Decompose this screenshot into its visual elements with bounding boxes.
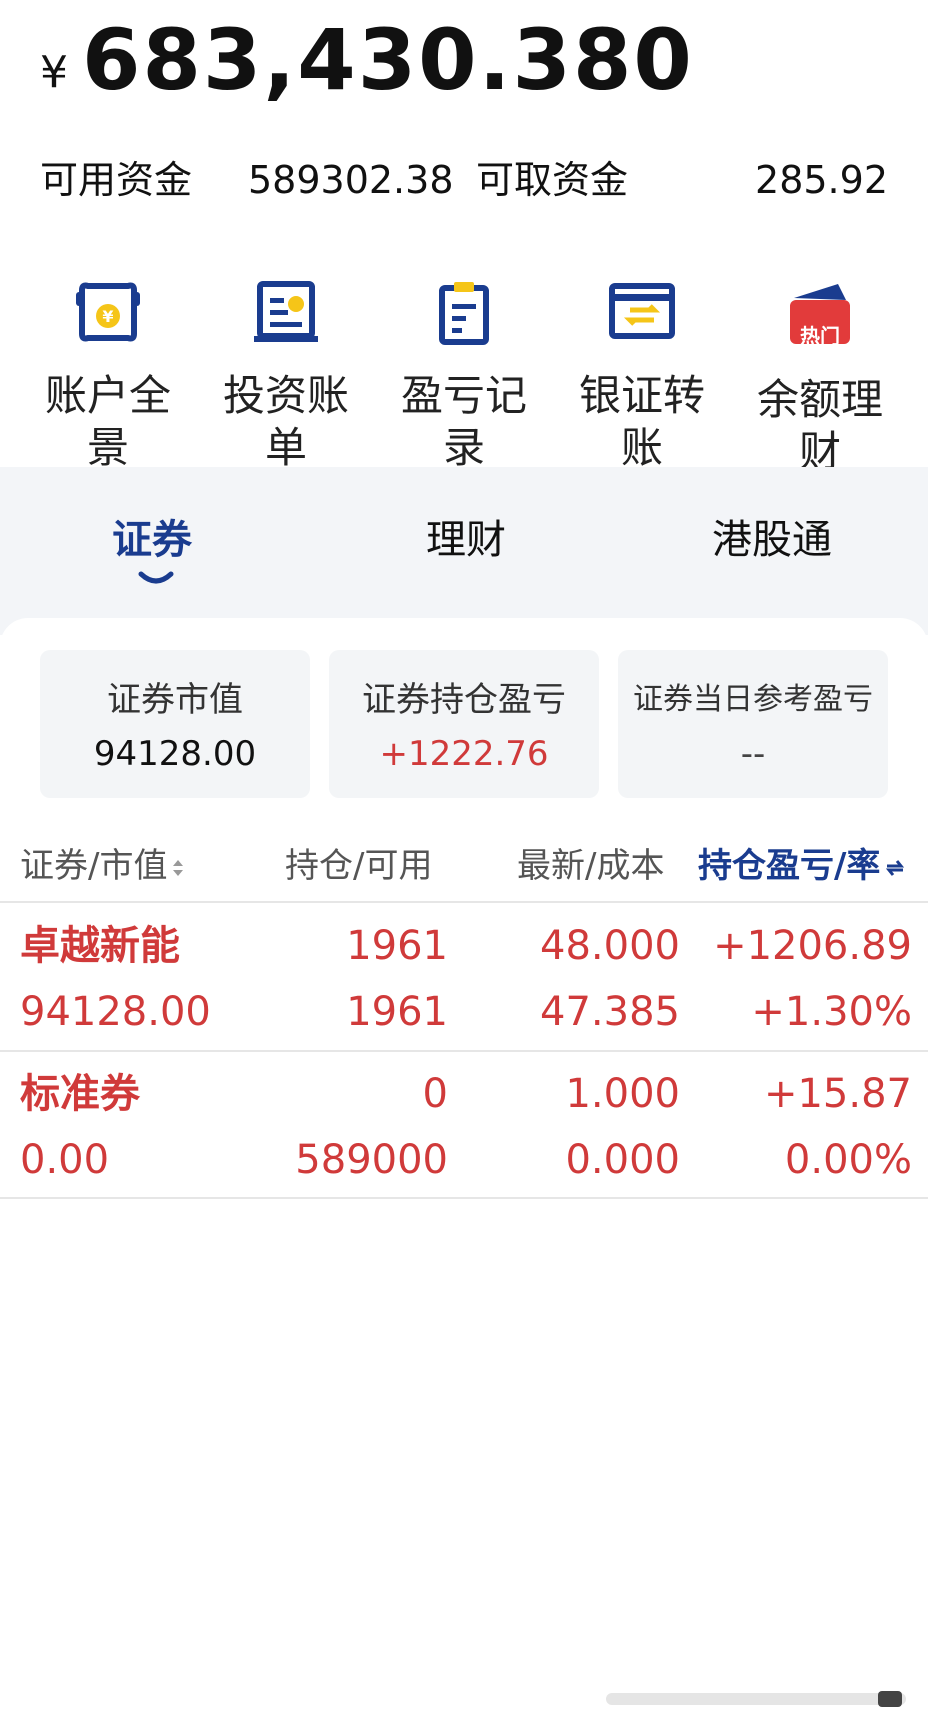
stat-value: +1222.76 xyxy=(379,734,549,774)
available-funds-value: 589302.38 xyxy=(248,158,454,202)
column-header-pnl[interactable]: 持仓盈亏/率 xyxy=(698,838,906,894)
withdrawable-funds-label: 可取资金 xyxy=(476,158,629,202)
available: 589000 xyxy=(295,1137,448,1183)
quick-action-label: 账户全景 xyxy=(44,371,171,467)
quick-action-pnl-record[interactable]: 盈亏记录 xyxy=(374,272,554,467)
stat-market-value: 证券市值 94128.00 xyxy=(40,650,310,798)
quick-action-balance-finance[interactable]: 热门 余额理财 xyxy=(730,272,910,467)
quick-action-label: 银证转账 xyxy=(578,371,705,467)
stat-value: -- xyxy=(740,734,766,774)
position: 0 xyxy=(422,1071,448,1117)
market-value: 94128.00 xyxy=(20,989,211,1035)
available: 1961 xyxy=(346,989,448,1035)
column-header-position[interactable]: 持仓/可用 xyxy=(285,838,432,894)
market-value: 0.00 xyxy=(20,1137,110,1183)
position-pnl: +1206.89 xyxy=(713,923,912,969)
stat-daily-pnl: 证券当日参考盈亏 -- xyxy=(618,650,888,798)
column-header-security[interactable]: 证券/市值 xyxy=(20,838,185,894)
security-name: 卓越新能 xyxy=(20,923,180,969)
stat-value: 94128.00 xyxy=(93,734,257,774)
latest-price: 48.000 xyxy=(540,923,680,969)
cost-price: 47.385 xyxy=(540,989,680,1035)
pnl-record-icon xyxy=(439,282,489,345)
hot-badge: 热门 xyxy=(800,324,840,348)
divider xyxy=(0,1197,928,1199)
bank-transfer-icon xyxy=(609,283,675,339)
sort-icon xyxy=(173,859,184,876)
stat-label: 证券持仓盈亏 xyxy=(362,680,566,720)
total-assets-value: 683,430.380 xyxy=(82,11,694,109)
quick-action-account-overview[interactable]: ¥ 账户全景 xyxy=(18,272,198,467)
stat-position-pnl: 证券持仓盈亏 +1222.76 xyxy=(329,650,599,798)
stat-label: 证券当日参考盈亏 xyxy=(633,682,873,717)
withdrawable-funds-value: 285.92 xyxy=(755,158,888,202)
quick-action-bank-transfer[interactable]: 银证转账 xyxy=(552,272,732,467)
stat-label: 证券市值 xyxy=(107,680,243,720)
latest-price: 1.000 xyxy=(565,1071,680,1117)
position-pnl: +15.87 xyxy=(763,1071,912,1117)
pnl-rate: +1.30% xyxy=(751,989,912,1035)
sort-arrow-icon xyxy=(886,859,905,876)
quick-action-label: 投资账单 xyxy=(222,371,349,467)
column-header-price[interactable]: 最新/成本 xyxy=(517,838,664,894)
tab-hk-connect[interactable]: 港股通 xyxy=(712,510,832,570)
total-assets: ¥ 683,430.380 xyxy=(40,10,694,110)
svg-text:¥: ¥ xyxy=(102,307,113,326)
quick-action-invest-bill[interactable]: 投资账单 xyxy=(196,272,376,467)
invest-bill-icon xyxy=(254,281,318,342)
tab-active-indicator xyxy=(138,571,174,584)
tab-securities[interactable]: 证券 xyxy=(112,510,192,570)
home-indicator xyxy=(606,1691,906,1707)
cost-price: 0.000 xyxy=(565,1137,680,1183)
account-overview-icon: ¥ xyxy=(76,282,140,342)
currency-symbol: ¥ xyxy=(40,47,68,98)
pnl-rate: 0.00% xyxy=(784,1137,912,1183)
quick-action-label: 余额理财 xyxy=(756,375,883,467)
tab-finance[interactable]: 理财 xyxy=(426,510,506,570)
quick-action-label: 盈亏记录 xyxy=(400,371,527,467)
column-header-label: 持仓盈亏/率 xyxy=(698,846,881,886)
position: 1961 xyxy=(346,923,448,969)
available-funds-label: 可用资金 xyxy=(40,158,193,202)
security-name: 标准券 xyxy=(20,1071,140,1117)
column-header-label: 证券/市值 xyxy=(20,846,168,886)
